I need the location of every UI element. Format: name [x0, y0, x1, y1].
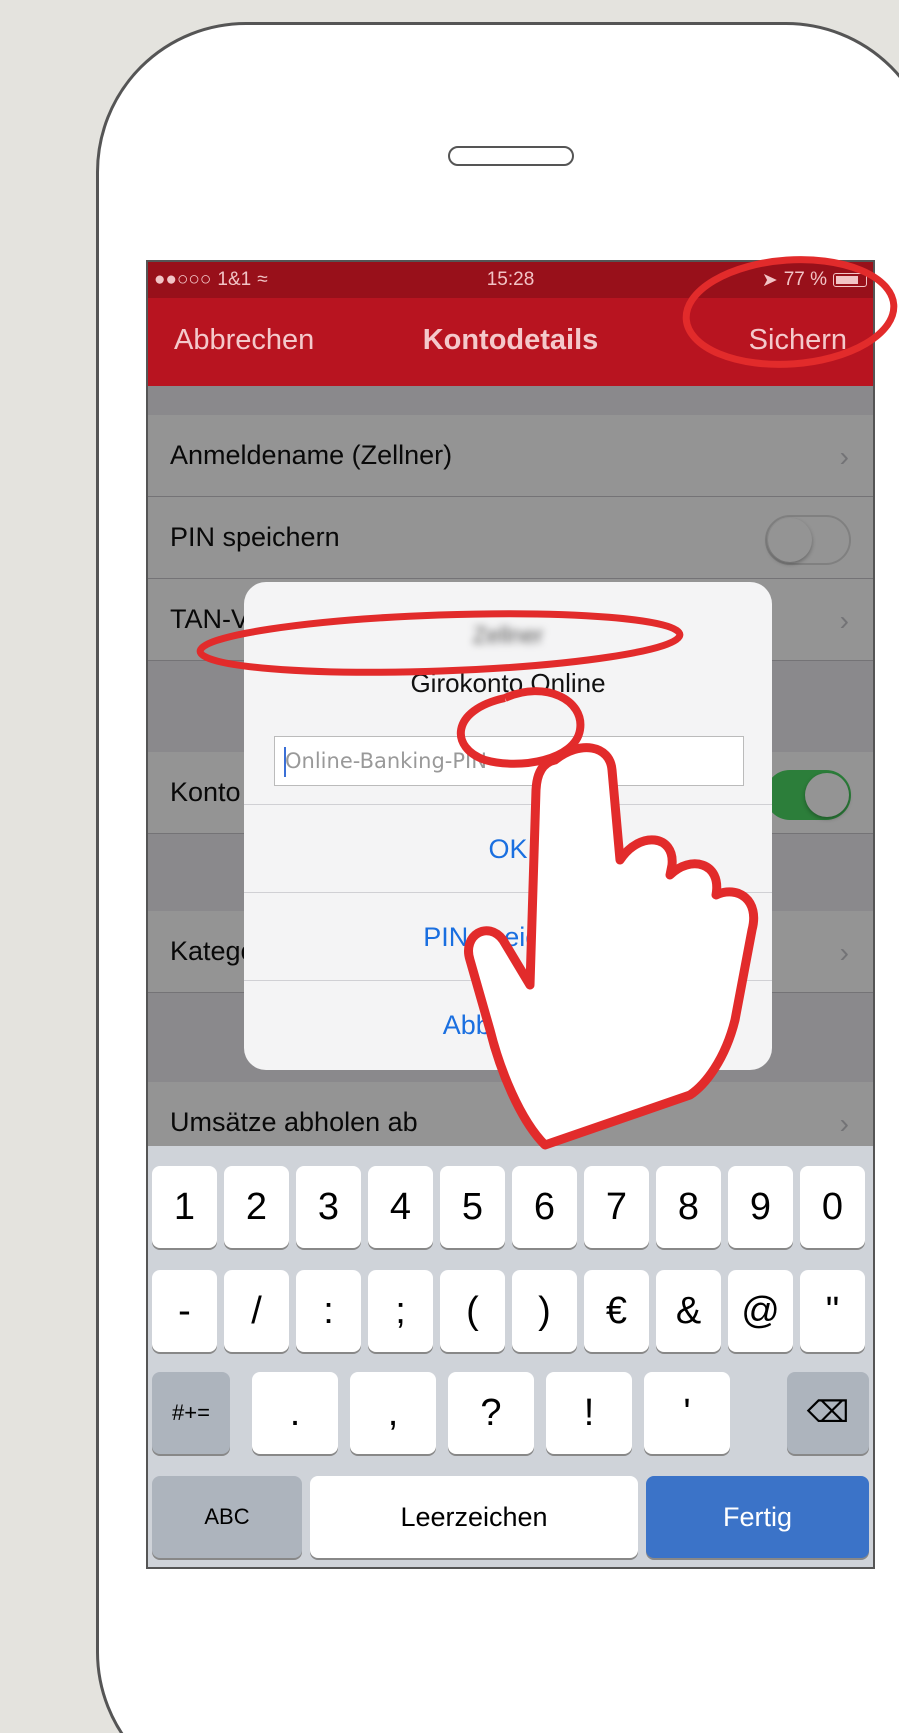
alert-cancel-button[interactable]: Abbrechen — [244, 980, 772, 1068]
space-key[interactable]: Leerzeichen — [310, 1476, 638, 1558]
digit-key[interactable]: 7 — [584, 1166, 649, 1248]
digit-key[interactable]: 4 — [368, 1166, 433, 1248]
symbols-key[interactable]: #+= — [152, 1372, 230, 1454]
numeric-keyboard: 1234567890 - /:;() € & @ " #+= .,?! ' ⌫ ABC Le… — [148, 1146, 873, 1567]
symbol-key[interactable]: / — [224, 1270, 289, 1352]
earpiece-speaker — [448, 146, 574, 166]
punct-key[interactable]: ' — [644, 1372, 730, 1454]
symbol-key[interactable]: - — [152, 1270, 217, 1352]
digit-key[interactable]: 2 — [224, 1166, 289, 1248]
alert-message: Girokonto Online — [410, 668, 606, 698]
symbol-key[interactable]: ( — [440, 1270, 505, 1352]
symbol-key[interactable]: ; — [368, 1270, 433, 1352]
digit-key[interactable]: 0 — [800, 1166, 865, 1248]
status-bar: ●●○○○ 1&1 ≈ 15:28 ➤ 77 % — [148, 262, 873, 298]
punct-key[interactable]: . — [252, 1372, 338, 1454]
alert-title: Zellner — [472, 622, 544, 648]
digit-key[interactable]: 9 — [728, 1166, 793, 1248]
screen: ●●○○○ 1&1 ≈ 15:28 ➤ 77 % Abbrechen Konto… — [146, 260, 875, 1569]
symbol-key[interactable]: ) — [512, 1270, 577, 1352]
punct-key[interactable]: , — [350, 1372, 436, 1454]
symbol-key[interactable]: & — [656, 1270, 721, 1352]
symbol-key[interactable]: @ — [728, 1270, 793, 1352]
digit-key[interactable]: 3 — [296, 1166, 361, 1248]
digit-key[interactable]: 8 — [656, 1166, 721, 1248]
pin-alert-dialog: Zellner Girokonto Online Online-Banking-… — [244, 582, 772, 1070]
save-button[interactable]: Sichern — [749, 324, 847, 357]
digit-key[interactable]: 5 — [440, 1166, 505, 1248]
abc-key[interactable]: ABC — [152, 1476, 302, 1558]
clock: 15:28 — [486, 269, 535, 290]
pin-input[interactable]: Online-Banking-PIN — [274, 736, 744, 786]
digit-key[interactable]: 1 — [152, 1166, 217, 1248]
battery-icon — [833, 273, 867, 287]
symbol-key[interactable]: € — [584, 1270, 649, 1352]
symbol-key[interactable]: " — [800, 1270, 865, 1352]
navigation-bar: Abbrechen Kontodetails Sichern — [148, 298, 873, 386]
done-key[interactable]: Fertig — [646, 1476, 869, 1558]
save-pin-button[interactable]: PIN speichern — [244, 892, 772, 980]
symbol-key[interactable]: : — [296, 1270, 361, 1352]
backspace-icon[interactable]: ⌫ — [787, 1372, 869, 1454]
ok-button[interactable]: OK — [244, 804, 772, 892]
punct-key[interactable]: ? — [448, 1372, 534, 1454]
digit-key[interactable]: 6 — [512, 1166, 577, 1248]
punct-key[interactable]: ! — [546, 1372, 632, 1454]
